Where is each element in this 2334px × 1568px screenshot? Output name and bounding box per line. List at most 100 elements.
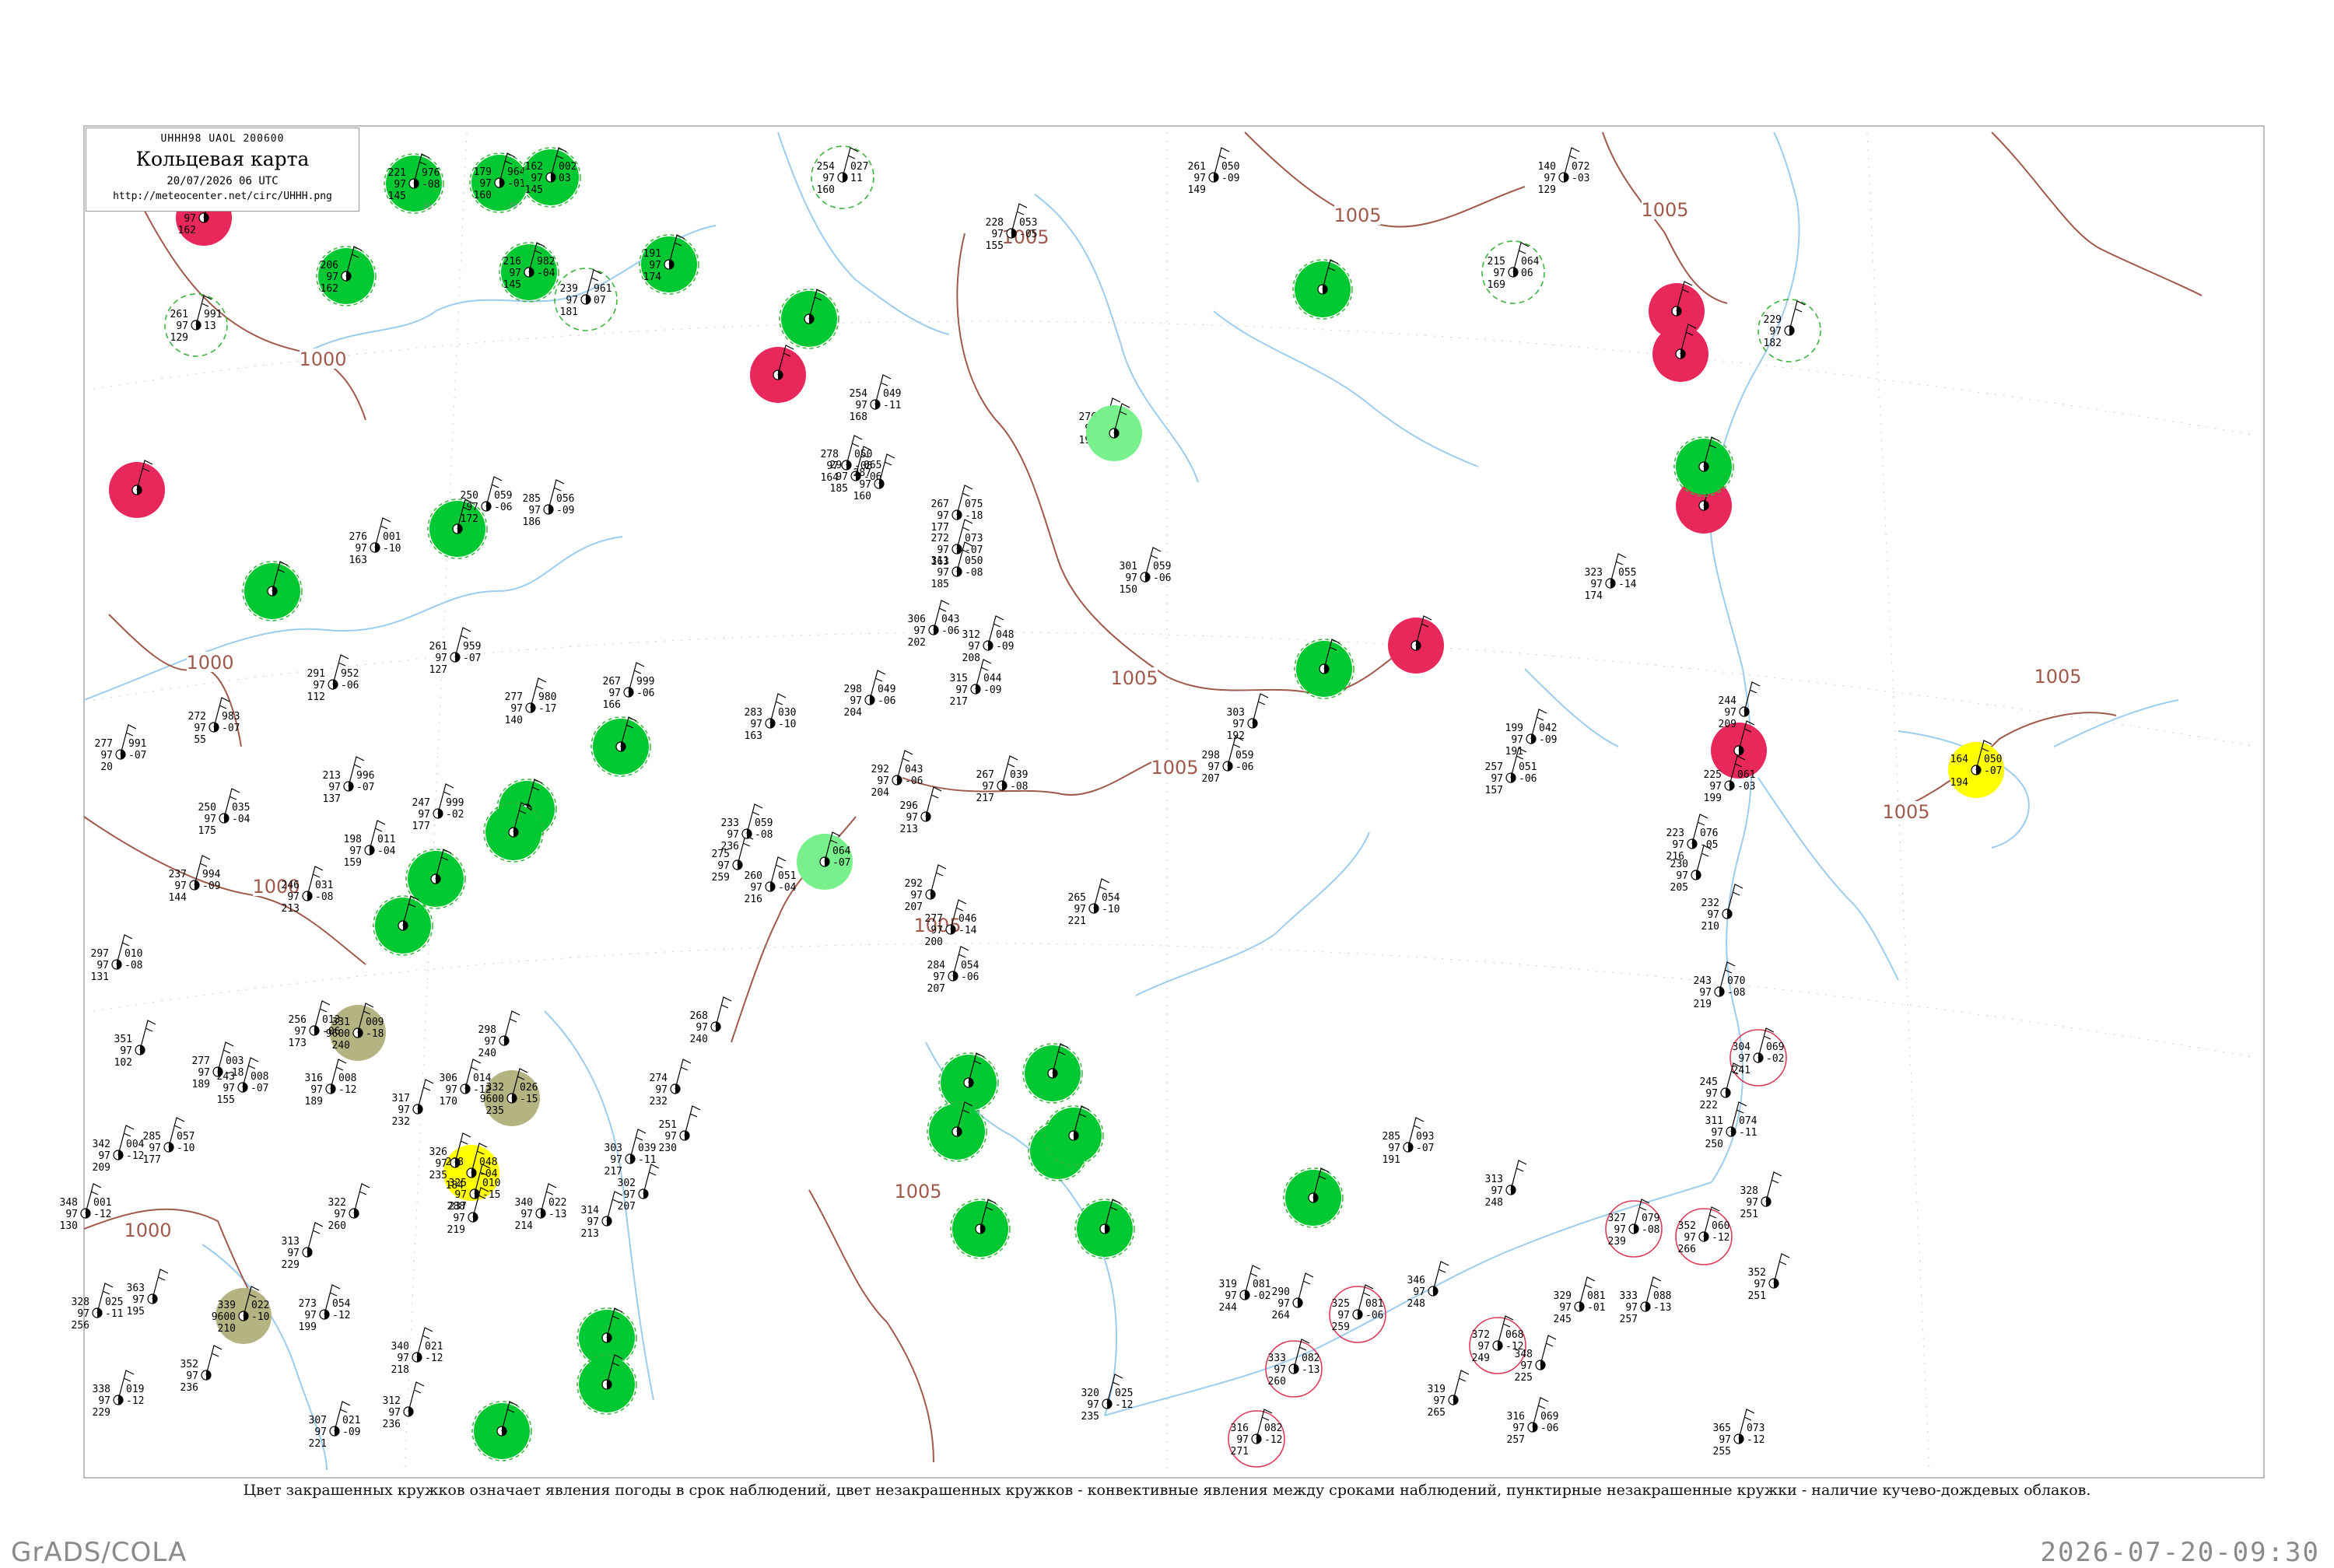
station-temperature: 245 (1700, 1076, 1718, 1088)
station-dewpoint: 043 (905, 764, 923, 775)
station-dewpoint: 076 (1700, 828, 1718, 839)
station-temperature: 277 (192, 1055, 210, 1067)
station-visibility: 265 (1428, 1407, 1446, 1419)
station-dewpoint: 059 (1153, 561, 1171, 572)
station-pressure: 97 (664, 1131, 677, 1143)
station-dewpoint: 022 (548, 1197, 566, 1209)
station-pressure: 97 (1559, 1302, 1572, 1314)
station-temperature: 303 (1227, 707, 1245, 719)
station-dewpoint: 072 (1572, 161, 1589, 173)
station-visibility: 236 (721, 841, 739, 852)
station-temperature: 191 (643, 248, 661, 260)
station-temperature: 372 (1472, 1329, 1490, 1341)
station-temperature: 225 (1704, 769, 1722, 781)
station-pressure: 97 (1337, 1310, 1350, 1321)
station-pressure: 97 (77, 1308, 89, 1320)
station-temperature: 291 (307, 668, 325, 680)
station-temperature: 313 (282, 1236, 300, 1248)
station-temperature: 140 (1538, 161, 1556, 173)
station-tendency: -11 (105, 1308, 123, 1320)
station-pressure: 97 (608, 688, 621, 699)
station-pressure: 97 (466, 502, 478, 513)
station-temperature: 312 (962, 629, 980, 641)
station-temperature: 325 (1332, 1298, 1350, 1310)
station-temperature: 315 (950, 673, 968, 684)
synoptic-map: 1000100010001000100510051005100510051005… (60, 125, 2265, 1479)
station-visibility: 173 (289, 1038, 307, 1049)
station-temperature: 316 (1231, 1423, 1249, 1434)
station-tendency: -10 (177, 1143, 194, 1154)
station-pressure: 97 (855, 400, 867, 411)
station-pressure: 97 (287, 1248, 300, 1259)
station-visibility: 217 (605, 1166, 622, 1178)
station-dewpoint: 035 (232, 802, 250, 814)
station-pressure: 97 (610, 1154, 622, 1166)
station-visibility: 145 (503, 279, 521, 291)
station-visibility: 221 (309, 1438, 327, 1450)
station-tendency: -09 (983, 684, 1001, 696)
station-pressure: 97 (1433, 1395, 1446, 1407)
station-visibility: 248 (1407, 1298, 1425, 1310)
station-tendency: -09 (556, 505, 574, 516)
isobar-label: 1000 (124, 1220, 171, 1241)
station-pressure: 97 (859, 479, 871, 491)
station-dewpoint: 081 (1365, 1298, 1383, 1310)
station-pressure: 97 (1705, 1088, 1718, 1100)
station-pressure: 97 (1388, 1143, 1400, 1154)
station-visibility: 194 (1950, 777, 1969, 789)
station-pressure: 97 (750, 882, 762, 894)
station-visibility: 213 (900, 824, 918, 835)
station-temperature: 302 (618, 1178, 636, 1189)
station-tendency: 13 (204, 320, 216, 332)
station-dewpoint: 050 (1221, 161, 1239, 173)
station-dewpoint: 991 (204, 309, 222, 320)
station-temperature: 199 (1505, 723, 1523, 734)
station-temperature: 273 (299, 1298, 317, 1310)
station-pressure: 97 (394, 179, 406, 191)
station-pressure: 97 (982, 781, 994, 793)
station-temperature: 311 (1705, 1115, 1723, 1127)
station-temperature: 276 (349, 531, 367, 543)
station-temperature: 247 (412, 797, 430, 809)
station-visibility: 177 (931, 522, 949, 534)
station-temperature: 283 (745, 707, 762, 719)
station-tendency: -09 (202, 880, 220, 892)
station-temperature: 239 (560, 283, 578, 295)
station-dewpoint: 013 (322, 1014, 340, 1026)
station-tendency: -06 (878, 695, 895, 707)
station-temperature: 229 (1764, 314, 1782, 326)
station-pressure: 97 (906, 812, 918, 824)
station-pressure: 97 (223, 1083, 235, 1094)
station-pressure: 97 (313, 680, 325, 691)
station-dewpoint: 069 (1766, 1041, 1784, 1053)
station-pressure: 97 (850, 695, 862, 707)
station-visibility: 20 (100, 761, 113, 773)
station-visibility: 192 (1227, 730, 1245, 742)
station-tendency: -07 (251, 1083, 268, 1094)
station-pressure: 97 (1074, 904, 1086, 915)
station-dewpoint: 030 (778, 707, 796, 719)
station-visibility: 155 (217, 1094, 235, 1106)
station-pressure: 97 (96, 960, 109, 971)
station-dewpoint: 014 (473, 1073, 492, 1084)
station-visibility: 259 (1332, 1321, 1350, 1333)
station-pressure: 97 (1746, 1197, 1758, 1209)
station-visibility: 250 (1705, 1139, 1723, 1150)
station-tendency: 07 (594, 295, 606, 306)
station-tendency: -13 (548, 1209, 566, 1220)
station-dewpoint: 061 (1737, 769, 1755, 781)
station-tendency: -15 (482, 1189, 500, 1201)
station-visibility: 162 (178, 225, 196, 236)
station-pressure: 97 (304, 1310, 317, 1321)
station-visibility: 137 (323, 793, 341, 805)
legend-date: 20/07/2026 06 UTC (166, 175, 279, 187)
station-visibility: 235 (1081, 1411, 1099, 1423)
station-pressure: 97 (435, 1158, 447, 1170)
station-pressure: 97 (510, 703, 523, 715)
station-temperature: 285 (143, 1131, 161, 1143)
station-tendency: -08 (124, 960, 142, 971)
station-pressure: 97 (184, 213, 196, 225)
station-temperature: 346 (1407, 1275, 1425, 1286)
station-visibility: 240 (690, 1034, 708, 1045)
station-visibility: 225 (1515, 1372, 1533, 1384)
